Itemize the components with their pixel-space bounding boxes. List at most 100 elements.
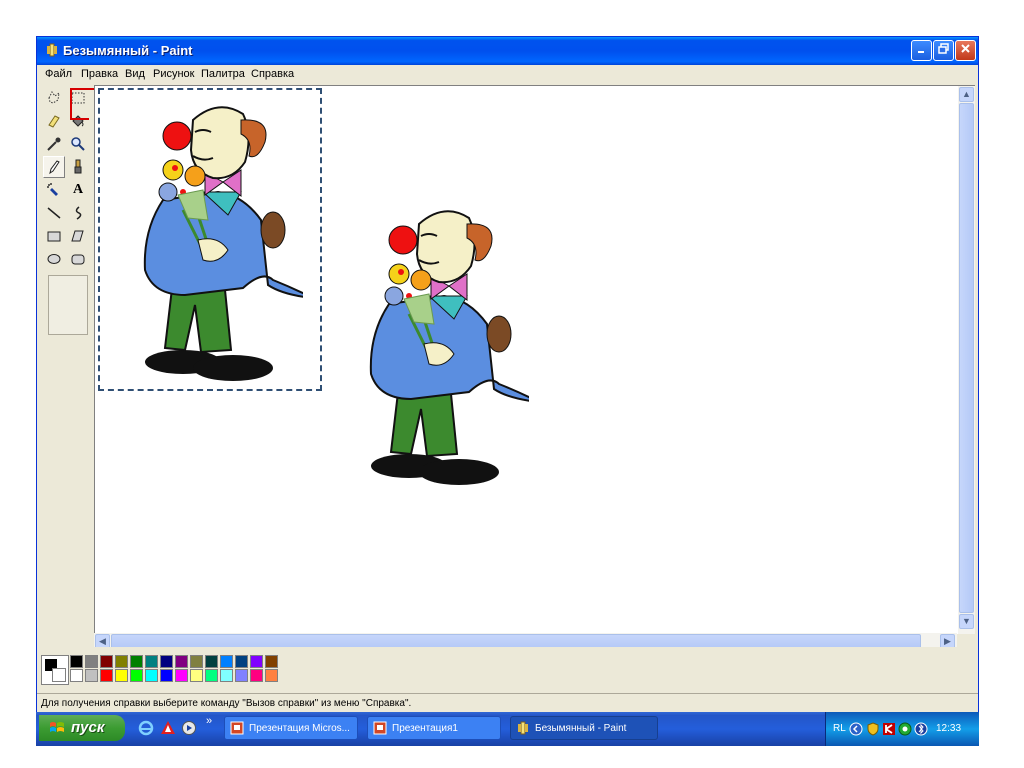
text-tool[interactable]: A xyxy=(67,179,89,201)
menu-view[interactable]: Вид xyxy=(125,68,145,80)
color-swatch[interactable] xyxy=(115,655,128,668)
brush-tool[interactable] xyxy=(67,156,89,178)
taskbar: пуск » Презентация Micros... Презентация… xyxy=(36,712,979,746)
color-swatch[interactable] xyxy=(70,669,83,682)
curve-tool[interactable] xyxy=(67,202,89,224)
minimize-icon xyxy=(917,51,924,53)
color-swatch[interactable] xyxy=(235,655,248,668)
start-button[interactable]: пуск xyxy=(39,715,125,741)
color-swatch[interactable] xyxy=(70,655,83,668)
color-swatch[interactable] xyxy=(175,655,188,668)
acrobat-icon[interactable] xyxy=(160,720,176,736)
close-icon xyxy=(961,44,970,53)
tool-options-panel[interactable] xyxy=(48,275,88,335)
color-swatch[interactable] xyxy=(265,655,278,668)
internet-explorer-icon[interactable] xyxy=(138,720,154,736)
pencil-tool[interactable] xyxy=(43,156,65,178)
rounded-rect-tool[interactable] xyxy=(67,248,89,270)
task-paint[interactable]: Безымянный - Paint xyxy=(510,716,658,740)
paint-app-icon xyxy=(518,721,528,735)
color-swatch[interactable] xyxy=(190,669,203,682)
color-swatch[interactable] xyxy=(100,669,113,682)
menu-bar: Файл Правка Вид Рисунок Палитра Справка xyxy=(37,65,978,83)
color-picker-tool[interactable] xyxy=(43,133,65,155)
free-form-select-icon xyxy=(48,91,60,104)
color-swatch[interactable] xyxy=(160,669,173,682)
current-colors[interactable] xyxy=(41,655,69,685)
polygon-icon xyxy=(71,230,84,242)
network-icon[interactable] xyxy=(898,722,912,736)
color-swatch[interactable] xyxy=(265,669,278,682)
clock[interactable]: 12:33 xyxy=(936,723,961,734)
task-presentation1[interactable]: Презентация1 xyxy=(367,716,501,740)
drawing-canvas[interactable]: ▲ ▼ xyxy=(94,85,975,634)
restore-icon xyxy=(938,43,949,54)
task-presentation-microsoft[interactable]: Презентация Micros... xyxy=(224,716,358,740)
color-palette xyxy=(37,647,978,693)
vertical-scroll-thumb[interactable] xyxy=(959,103,974,613)
quicklaunch-chevron[interactable]: » xyxy=(206,715,212,727)
color-swatch[interactable] xyxy=(130,655,143,668)
rectangle-icon xyxy=(47,231,61,242)
system-tray: RL 12:33 xyxy=(825,712,979,746)
restore-button[interactable] xyxy=(933,40,954,61)
color-swatch[interactable] xyxy=(115,669,128,682)
antivirus-icon[interactable] xyxy=(882,722,896,736)
clown-image-selected xyxy=(143,106,303,381)
color-swatch[interactable] xyxy=(190,655,203,668)
media-player-icon[interactable] xyxy=(181,720,197,736)
line-tool[interactable] xyxy=(43,202,65,224)
color-picker-icon xyxy=(47,137,61,151)
brush-icon xyxy=(74,159,82,174)
window-title: Безымянный - Paint xyxy=(63,43,193,58)
free-form-select-tool[interactable] xyxy=(43,87,65,109)
menu-file[interactable]: Файл xyxy=(45,68,72,80)
close-button[interactable] xyxy=(955,40,976,61)
text-icon: A xyxy=(72,182,84,197)
eraser-tool[interactable] xyxy=(43,110,65,132)
vertical-scrollbar[interactable]: ▲ ▼ xyxy=(958,86,975,634)
status-text: Для получения справки выберите команду "… xyxy=(41,698,412,709)
ellipse-tool[interactable] xyxy=(43,248,65,270)
menu-help[interactable]: Справка xyxy=(251,68,294,80)
color-swatch[interactable] xyxy=(145,669,158,682)
workspace: A ▲ ▼ ◀ ▶ xyxy=(37,83,978,650)
color-swatch[interactable] xyxy=(100,655,113,668)
screen: Безымянный - Paint Файл Правка Вид Рисун… xyxy=(36,36,979,746)
color-swatch[interactable] xyxy=(205,655,218,668)
toolbox: A xyxy=(41,87,93,637)
menu-edit[interactable]: Правка xyxy=(81,68,118,80)
scroll-up-button[interactable]: ▲ xyxy=(959,87,974,102)
rectangle-tool[interactable] xyxy=(43,225,65,247)
clown-image-copy xyxy=(369,210,529,485)
security-shield-icon[interactable] xyxy=(866,722,880,736)
color-swatch[interactable] xyxy=(220,669,233,682)
color-swatch[interactable] xyxy=(145,655,158,668)
polygon-tool[interactable] xyxy=(67,225,89,247)
magnifier-tool[interactable] xyxy=(67,133,89,155)
menu-image[interactable]: Рисунок xyxy=(153,68,195,80)
color-swatch[interactable] xyxy=(205,669,218,682)
scroll-down-button[interactable]: ▼ xyxy=(959,614,974,629)
menu-colors[interactable]: Палитра xyxy=(201,68,245,80)
airbrush-tool[interactable] xyxy=(43,179,65,201)
color-swatch[interactable] xyxy=(220,655,233,668)
paint-app-icon xyxy=(47,43,57,57)
tray-collapse-icon[interactable] xyxy=(849,722,863,736)
color-swatch[interactable] xyxy=(130,669,143,682)
color-swatch[interactable] xyxy=(85,669,98,682)
color-swatch[interactable] xyxy=(85,655,98,668)
color-swatch[interactable] xyxy=(250,655,263,668)
paint-window: Безымянный - Paint Файл Правка Вид Рисун… xyxy=(36,36,979,713)
color-swatch[interactable] xyxy=(175,669,188,682)
bluetooth-icon[interactable] xyxy=(914,722,928,736)
magnifier-icon xyxy=(71,137,85,151)
title-bar[interactable]: Безымянный - Paint xyxy=(37,37,978,65)
line-icon xyxy=(47,207,61,219)
color-swatch[interactable] xyxy=(160,655,173,668)
ellipse-icon xyxy=(47,254,61,264)
color-swatch[interactable] xyxy=(235,669,248,682)
language-indicator[interactable]: RL xyxy=(833,723,846,734)
minimize-button[interactable] xyxy=(911,40,932,61)
color-swatch[interactable] xyxy=(250,669,263,682)
